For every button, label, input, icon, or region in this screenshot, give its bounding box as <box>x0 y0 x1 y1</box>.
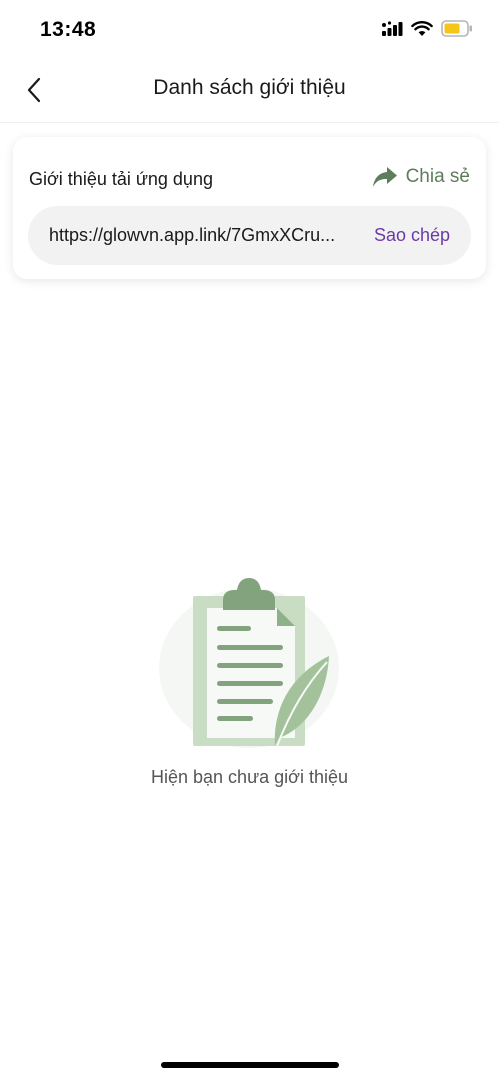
copy-button[interactable]: Sao chép <box>374 225 450 246</box>
status-time: 13:48 <box>40 18 97 41</box>
battery-icon <box>441 20 472 37</box>
referral-link-text: https://glowvn.app.link/7GmxXCru... <box>49 225 336 245</box>
share-label: Chia sẻ <box>405 166 470 187</box>
page-title: Danh sách giới thiệu <box>153 76 346 99</box>
referral-card: Giới thiệu tải ứng dụng Chia sẻ https://… <box>13 137 486 279</box>
referral-card-title: Giới thiệu tải ứng dụng <box>29 169 213 189</box>
home-indicator[interactable] <box>161 1062 339 1068</box>
status-bar: 13:48 <box>0 0 499 62</box>
share-button[interactable]: Chia sẻ <box>372 166 470 188</box>
wifi-icon <box>411 20 433 36</box>
clipboard-feather-icon <box>159 578 339 748</box>
header: Danh sách giới thiệu <box>0 62 499 123</box>
share-arrow-icon <box>372 167 397 187</box>
status-icons <box>381 20 473 37</box>
referral-link-box: https://glowvn.app.link/7GmxXCru... Sao … <box>28 206 471 265</box>
empty-state: Hiện bạn chưa giới thiệu <box>0 570 499 800</box>
empty-state-message: Hiện bạn chưa giới thiệu <box>151 767 348 787</box>
cellular-signal-icon <box>382 20 403 36</box>
